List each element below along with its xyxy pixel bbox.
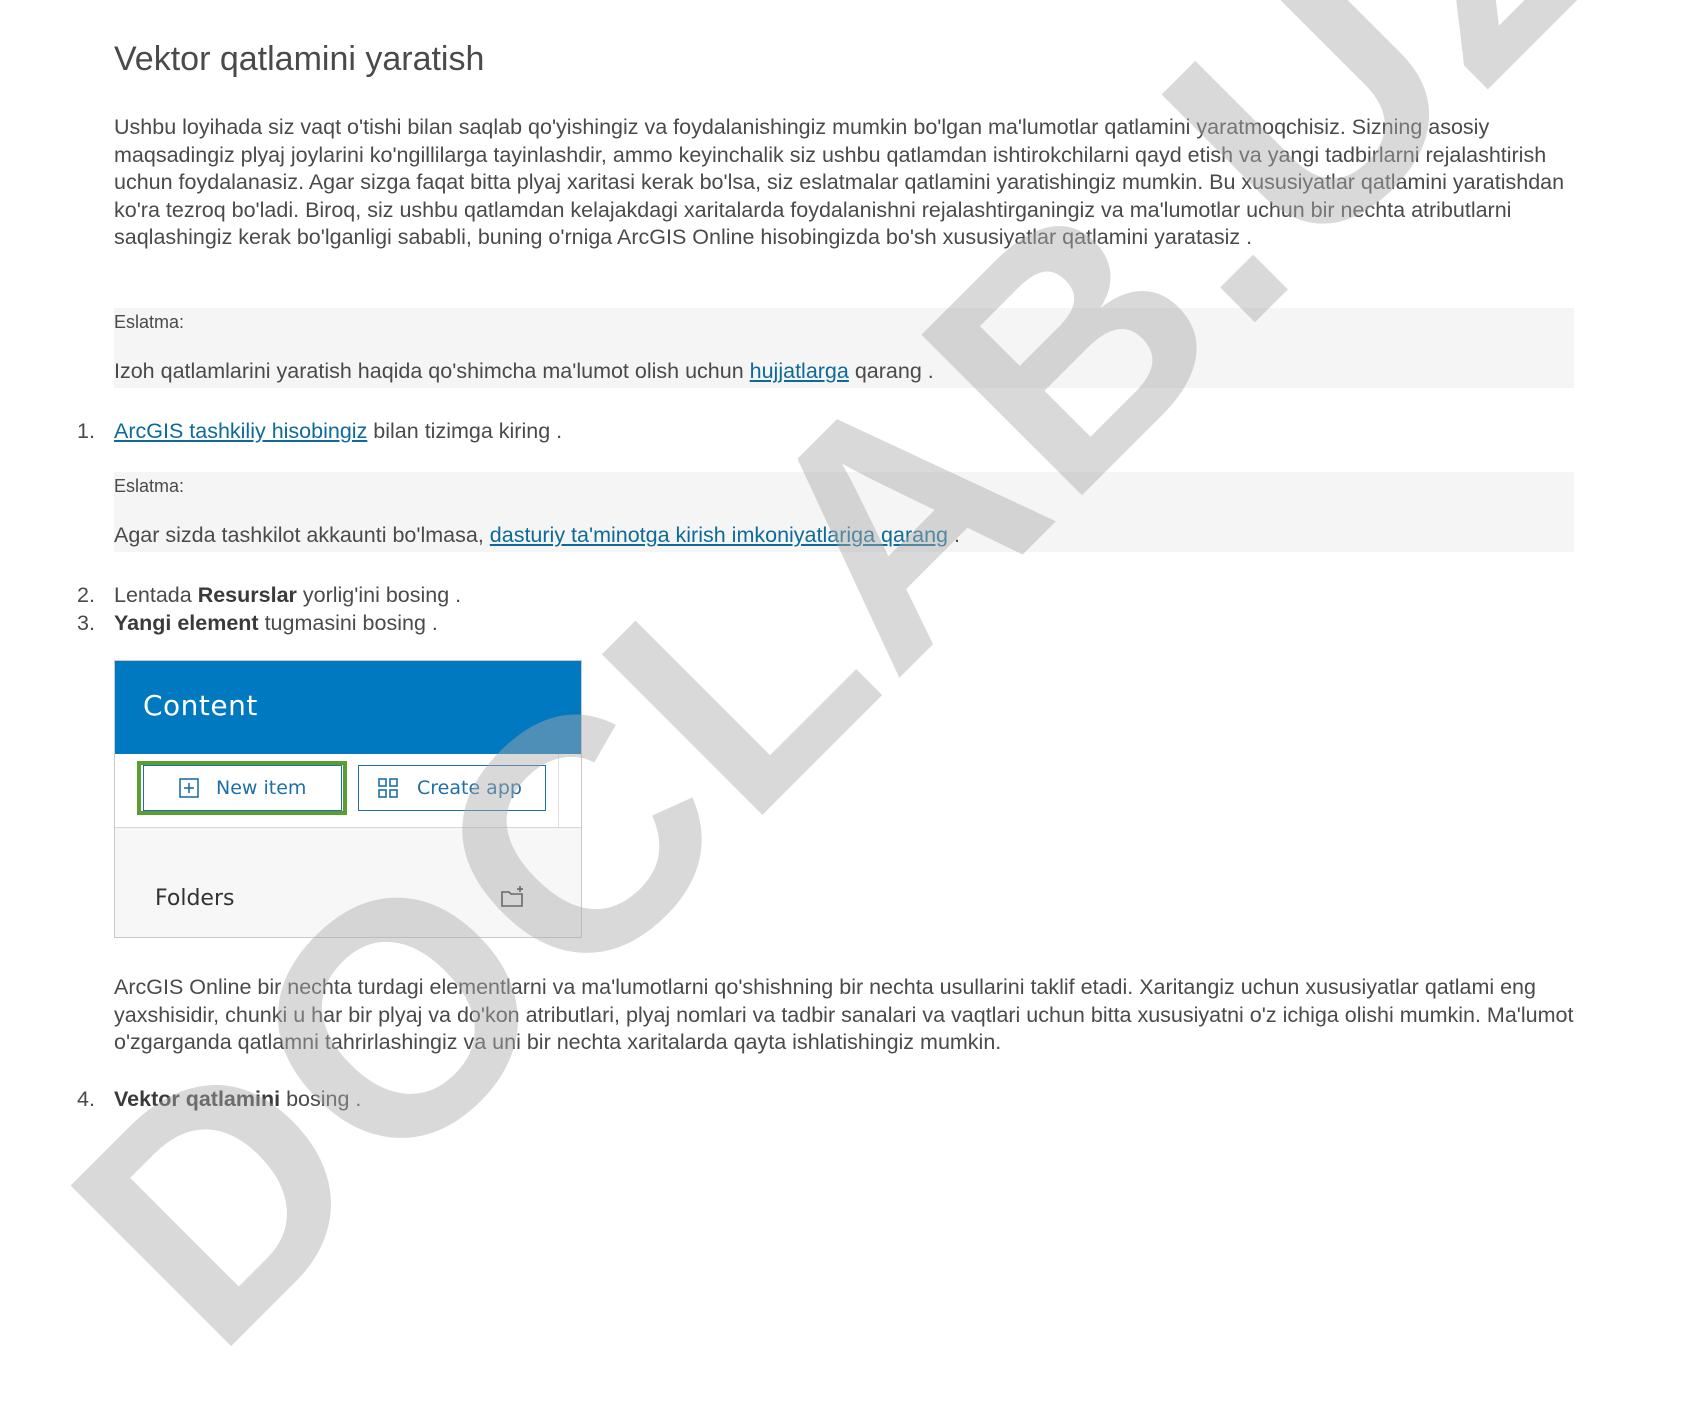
create-app-label: Create app [417,777,522,799]
folders-panel: Folders [115,828,581,937]
body-paragraph: ArcGIS Online bir nechta turdagi element… [114,975,1574,1054]
sign-in-link[interactable]: ArcGIS tashkiliy hisobingiz [114,419,367,443]
folders-label: Folders [155,886,235,911]
step-number: 3. [77,611,95,635]
highlight-frame [137,761,347,815]
note-label: Eslatma: [114,476,185,496]
software-access-link[interactable]: dasturiy ta'minotga kirish imkoniyatlari… [490,523,948,547]
step-number: 4. [77,1087,95,1111]
note-box-1: Eslatma: Izoh qatlamlarini yaratish haqi… [114,308,1574,388]
note-text: Agar sizda tashkilot akkaunti bo'lmasa, … [114,523,960,547]
content-header: Content [115,661,581,754]
content-screenshot: Content New item Create app Folders [114,660,582,938]
document-page: Vektor qatlamini yaratish Ushbu loyihada… [0,0,1683,1411]
bold-term: Vektor qatlamini [114,1087,281,1111]
step-number: 1. [77,419,95,443]
create-app-button[interactable]: Create app [358,765,546,811]
bold-term: Yangi element [114,611,259,635]
grid-icon [378,778,398,798]
note-text: Izoh qatlamlarini yaratish haqida qo'shi… [114,359,934,383]
note-box-2: Eslatma: Agar sizda tashkilot akkaunti b… [114,472,1574,552]
note-label: Eslatma: [114,312,185,332]
documentation-link[interactable]: hujjatlarga [750,359,849,383]
content-toolbar: New item Create app [115,754,581,828]
intro-paragraph: Ushbu loyihada siz vaqt o'tishi bilan sa… [114,115,1565,249]
add-folder-icon[interactable] [500,885,526,909]
toolbar-divider [558,754,559,827]
step-number: 2. [77,583,95,607]
bold-term: Resurslar [197,583,297,607]
page-title: Vektor qatlamini yaratish [114,40,485,78]
content-title: Content [143,689,258,722]
